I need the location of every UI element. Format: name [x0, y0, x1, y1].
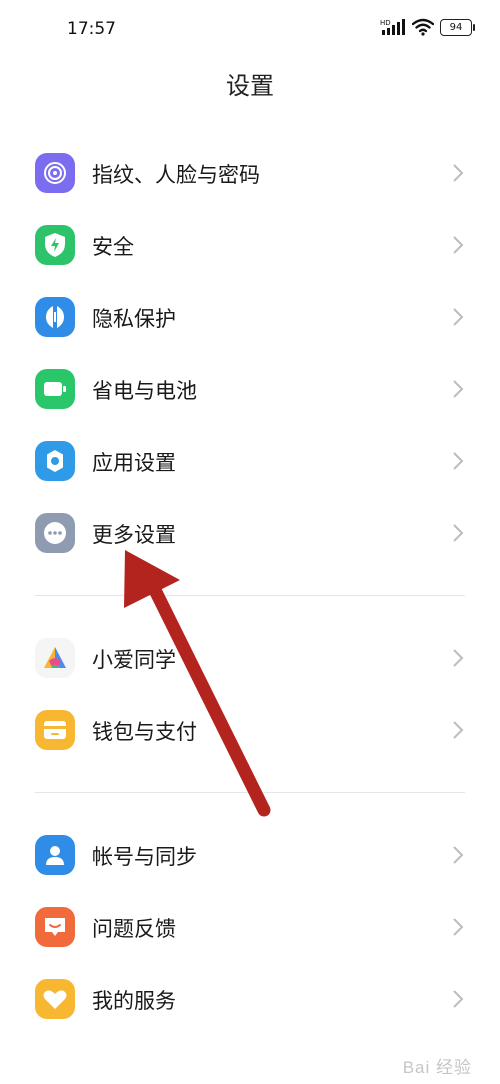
settings-item-more-settings[interactable]: 更多设置	[0, 497, 500, 569]
xiaoai-icon	[35, 638, 75, 678]
settings-item-wallet[interactable]: 钱包与支付	[0, 694, 500, 766]
shield-bolt-icon	[35, 225, 75, 265]
more-icon	[35, 513, 75, 553]
wallet-icon	[35, 710, 75, 750]
account-icon	[35, 835, 75, 875]
signal-icon: HD	[380, 19, 405, 35]
watermark: Bai 经验	[402, 1058, 472, 1077]
chevron-right-icon	[453, 164, 464, 182]
status-bar: 17:57 HD 94	[0, 0, 500, 60]
settings-item-label: 帐号与同步	[92, 845, 197, 869]
settings-item-battery[interactable]: 省电与电池	[0, 353, 500, 425]
settings-item-label: 更多设置	[92, 523, 176, 547]
battery-indicator: 94	[440, 18, 475, 36]
settings-item-app-settings[interactable]: 应用设置	[0, 425, 500, 497]
feedback-icon	[35, 907, 75, 947]
settings-item-privacy[interactable]: 隐私保护	[0, 281, 500, 353]
settings-item-label: 钱包与支付	[92, 720, 197, 744]
settings-item-label: 问题反馈	[92, 917, 176, 941]
settings-item-label: 省电与电池	[92, 379, 197, 403]
status-icons: HD 94	[380, 18, 475, 36]
battery-icon	[35, 369, 75, 409]
chevron-right-icon	[453, 452, 464, 470]
chevron-right-icon	[453, 846, 464, 864]
settings-item-label: 安全	[92, 235, 134, 259]
settings-list: 指纹、人脸与密码 安全 隐私保护 省电与电池 应用设置 更多设置 小爱同学 钱包…	[0, 137, 500, 1035]
privacy-icon	[35, 297, 75, 337]
heart-icon	[35, 979, 75, 1019]
chevron-right-icon	[453, 990, 464, 1008]
chevron-right-icon	[453, 524, 464, 542]
settings-item-my-services[interactable]: 我的服务	[0, 963, 500, 1035]
settings-item-feedback[interactable]: 问题反馈	[0, 891, 500, 963]
settings-item-label: 我的服务	[92, 989, 176, 1013]
status-time: 17:57	[67, 19, 116, 39]
fingerprint-icon	[35, 153, 75, 193]
settings-item-label: 小爱同学	[92, 648, 176, 672]
settings-item-label: 应用设置	[92, 451, 176, 475]
network-label: HD	[380, 19, 391, 27]
gear-icon	[35, 441, 75, 481]
chevron-right-icon	[453, 308, 464, 326]
chevron-right-icon	[453, 236, 464, 254]
settings-item-label: 指纹、人脸与密码	[92, 163, 260, 187]
chevron-right-icon	[453, 649, 464, 667]
settings-item-security[interactable]: 安全	[0, 209, 500, 281]
settings-item-fingerprint[interactable]: 指纹、人脸与密码	[0, 137, 500, 209]
settings-item-label: 隐私保护	[92, 307, 176, 331]
chevron-right-icon	[453, 380, 464, 398]
page-title: 设置	[226, 72, 274, 100]
chevron-right-icon	[453, 721, 464, 739]
settings-item-xiaoai[interactable]: 小爱同学	[0, 622, 500, 694]
chevron-right-icon	[453, 918, 464, 936]
settings-item-account[interactable]: 帐号与同步	[0, 819, 500, 891]
wifi-icon	[412, 18, 434, 36]
